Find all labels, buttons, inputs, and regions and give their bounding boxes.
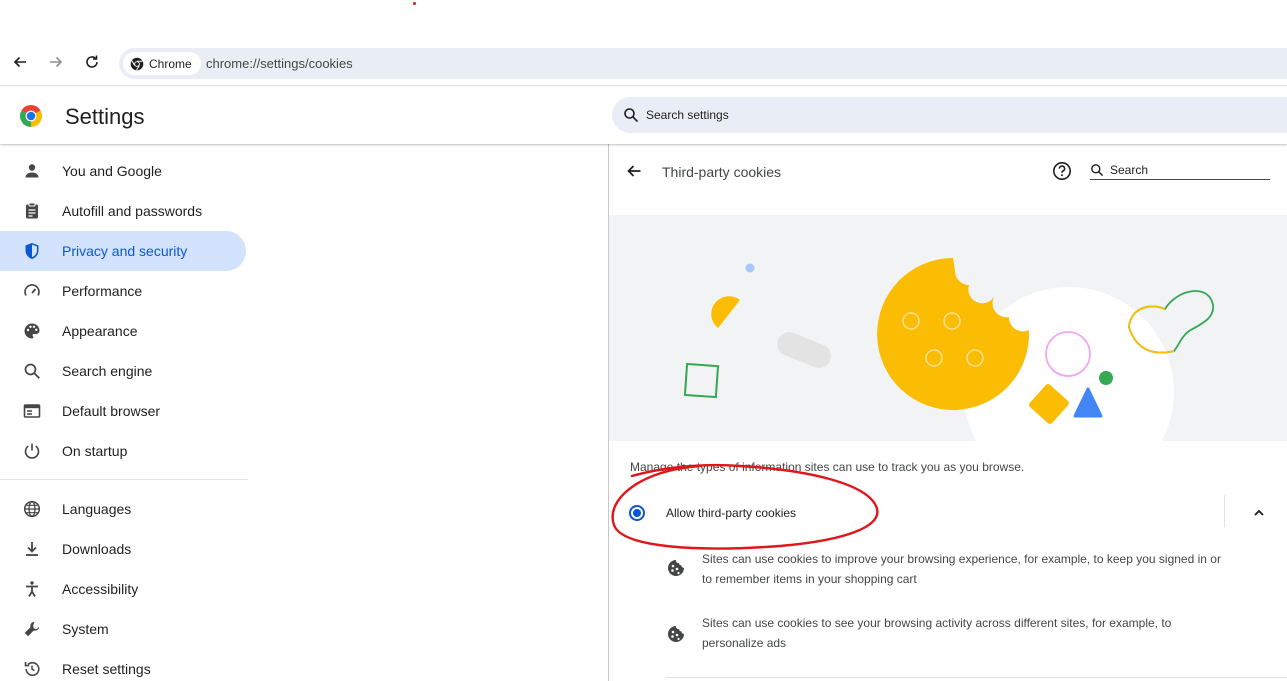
chrome-chip[interactable]: Chrome [123, 52, 201, 75]
help-icon [1053, 162, 1071, 180]
search-placeholder: Search settings [646, 108, 729, 122]
person-icon [22, 161, 42, 181]
sidebar-item-label: On startup [62, 443, 128, 459]
collapse-button[interactable] [1252, 506, 1266, 525]
chrome-logo [19, 105, 43, 127]
accessibility-icon [22, 579, 42, 599]
search-icon [1091, 164, 1104, 177]
reload-icon [86, 55, 98, 68]
sidebar-item-appearance[interactable]: Appearance [0, 311, 248, 351]
chevron-up-icon [1254, 509, 1264, 516]
sidebar-divider [0, 479, 248, 480]
url-text: chrome://settings/cookies [206, 56, 353, 71]
bullet-text: Sites can use cookies to improve your br… [702, 549, 1267, 589]
search-icon [624, 108, 639, 123]
allow-third-party-cookies-option[interactable]: Allow third-party cookies [609, 493, 1287, 533]
bullet-line-2: personalize ads [702, 636, 787, 650]
chrome-logo-icon [130, 57, 144, 70]
globe-icon [22, 499, 42, 519]
reload-button[interactable] [80, 50, 104, 74]
sidebar-item-you-and-google[interactable]: You and Google [0, 151, 248, 191]
cookies-panel: Third-party cookies Search Manage the ty… [608, 144, 1287, 681]
back-button[interactable] [8, 50, 32, 74]
sidebar-item-label: Default browser [62, 403, 161, 419]
sidebar-item-label: Downloads [62, 541, 132, 557]
sidebar-item-label: Autofill and passwords [62, 203, 203, 219]
red-dot [413, 2, 416, 5]
cookies-description: Manage the types of information sites ca… [630, 460, 1025, 474]
palette-icon [22, 321, 42, 341]
sidebar-item-label: Privacy and security [62, 243, 188, 259]
search-settings-input[interactable]: Search settings [612, 97, 1287, 133]
cookies-illustration [609, 215, 1287, 441]
browser-window-icon [22, 401, 42, 421]
sidebar-item-label: Performance [62, 283, 143, 299]
sidebar: You and Google Autofill and passwords Pr… [0, 151, 248, 681]
sidebar-item-label: Languages [62, 501, 132, 517]
allow-cookies-radio[interactable] [629, 505, 645, 521]
sidebar-item-label: Accessibility [62, 581, 139, 597]
panel-header: Third-party cookies Search [609, 144, 1287, 200]
sidebar-item-performance[interactable]: Performance [0, 271, 248, 311]
panel-back-button[interactable] [625, 162, 643, 185]
option-label: Allow third-party cookies [666, 506, 797, 520]
back-arrow-icon [627, 165, 641, 177]
download-icon [22, 539, 42, 559]
sidebar-item-languages[interactable]: Languages [0, 489, 248, 529]
option-separator [1224, 495, 1225, 527]
bullet-line-1: Sites can use cookies to see your browsi… [702, 616, 1172, 630]
browser-toolbar: Chrome chrome://settings/cookies [0, 40, 1287, 86]
wrench-icon [22, 619, 42, 639]
sidebar-item-accessibility[interactable]: Accessibility [0, 569, 248, 609]
sidebar-item-reset-settings[interactable]: Reset settings [0, 649, 248, 681]
shield-icon [22, 241, 42, 261]
speedometer-icon [22, 281, 42, 301]
forward-button[interactable] [44, 50, 68, 74]
chrome-chip-label: Chrome [149, 56, 192, 71]
sidebar-item-downloads[interactable]: Downloads [0, 529, 248, 569]
sidebar-item-label: Search engine [62, 363, 153, 379]
cookie-icon [668, 560, 684, 576]
panel-search-input[interactable]: Search [1090, 160, 1270, 180]
settings-header: Settings Search settings [0, 87, 1287, 144]
page-title: Settings [65, 104, 145, 129]
section-divider [666, 677, 1287, 678]
help-button[interactable] [1052, 161, 1072, 186]
back-arrow-icon [13, 56, 26, 68]
search-icon [22, 361, 42, 381]
cookie-icon [668, 626, 684, 642]
bullet-text: Sites can use cookies to see your browsi… [702, 613, 1267, 653]
panel-search-placeholder: Search [1110, 163, 1149, 177]
bullet-line-2: to remember items in your shopping cart [702, 572, 917, 586]
sidebar-item-system[interactable]: System [0, 609, 248, 649]
forward-arrow-icon [50, 56, 63, 68]
sidebar-item-privacy[interactable]: Privacy and security [0, 231, 246, 271]
sidebar-item-search-engine[interactable]: Search engine [0, 351, 248, 391]
sidebar-item-label: System [62, 621, 109, 637]
sidebar-item-default-browser[interactable]: Default browser [0, 391, 248, 431]
sidebar-item-on-startup[interactable]: On startup [0, 431, 248, 471]
address-bar[interactable]: Chrome chrome://settings/cookies [119, 48, 1287, 79]
sidebar-item-label: You and Google [62, 163, 162, 179]
sidebar-item-label: Reset settings [62, 661, 151, 677]
bullet-line-1: Sites can use cookies to improve your br… [702, 552, 1221, 566]
sidebar-item-autofill[interactable]: Autofill and passwords [0, 191, 248, 231]
clipboard-icon [22, 201, 42, 221]
reset-history-icon [22, 659, 42, 679]
panel-title: Third-party cookies [662, 164, 782, 180]
sidebar-item-label: Appearance [62, 323, 138, 339]
power-icon [22, 441, 42, 461]
